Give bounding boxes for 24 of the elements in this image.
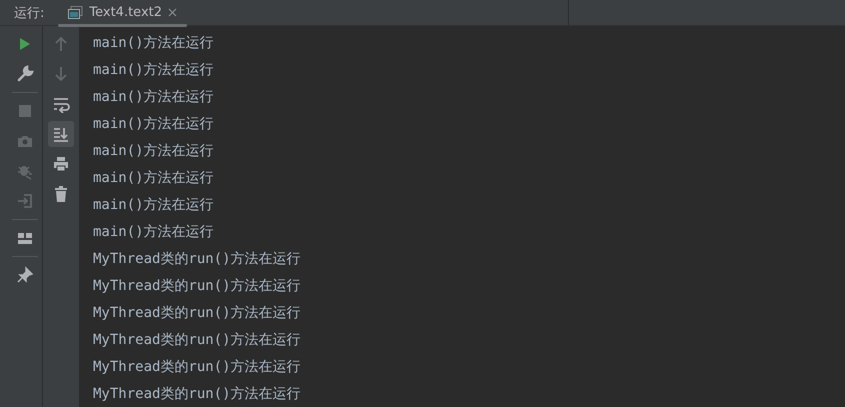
console-line: MyThread类的run()方法在运行 (93, 277, 301, 296)
console-line: main()方法在运行 (93, 115, 214, 134)
print-icon[interactable] (52, 155, 70, 173)
window-icon (68, 6, 84, 20)
trash-icon[interactable] (52, 185, 70, 203)
console-line: MyThread类的run()方法在运行 (93, 385, 301, 404)
console-line: main()方法在运行 (93, 169, 214, 188)
console-line: main()方法在运行 (93, 223, 214, 242)
pin-icon[interactable] (16, 266, 34, 284)
console-line: main()方法在运行 (93, 142, 214, 161)
run-tab[interactable]: Text4.text2 (60, 0, 186, 25)
console-line: main()方法在运行 (93, 196, 214, 215)
console-line: MyThread类的run()方法在运行 (93, 331, 301, 350)
scroll-to-end-icon[interactable] (52, 125, 70, 143)
wrench-icon[interactable] (16, 65, 34, 83)
console-line: main()方法在运行 (93, 61, 214, 80)
console-line: MyThread类的run()方法在运行 (93, 358, 301, 377)
close-icon[interactable] (168, 8, 178, 17)
console-line: main()方法在运行 (93, 34, 214, 53)
console-line: main()方法在运行 (93, 88, 214, 107)
panel-label: 运行: (13, 4, 46, 22)
console-line: MyThread类的run()方法在运行 (93, 304, 301, 323)
console-line: MyThread类的run()方法在运行 (93, 250, 301, 269)
soft-wrap-icon[interactable] (52, 95, 70, 113)
